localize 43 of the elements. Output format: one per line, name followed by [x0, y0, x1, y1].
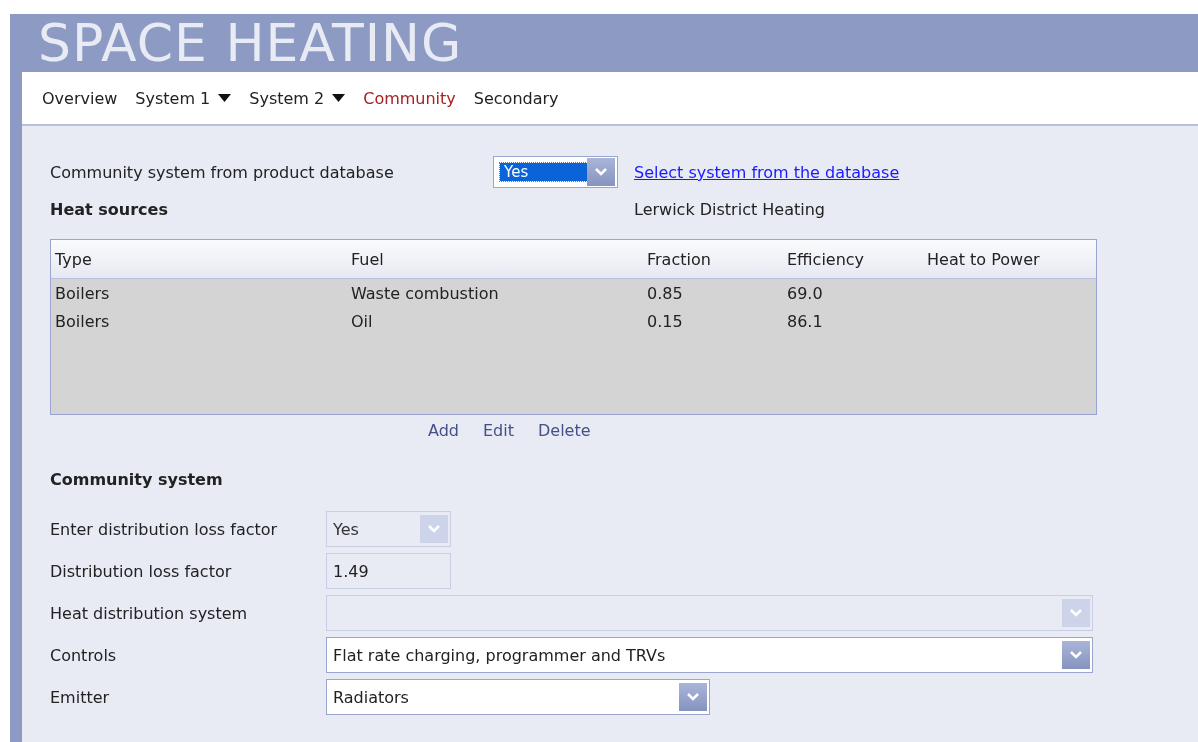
system-name: Lerwick District Heating [634, 200, 825, 219]
nav-tab[interactable]: System 2 [249, 88, 346, 108]
table-action-link[interactable]: Add [428, 421, 459, 440]
section-heading: Community system [50, 470, 223, 489]
table-cell-text: 0.15 [646, 311, 684, 331]
dropdown-field[interactable]: Flat rate charging, programmer and TRVs [326, 637, 1093, 673]
field-label: Controls [50, 645, 118, 665]
nav-tab[interactable]: Overview [42, 88, 118, 108]
table-cell-text: Waste combustion [350, 283, 500, 303]
dropdown-button[interactable] [1062, 641, 1090, 669]
field-label: Community system from product database [50, 162, 395, 182]
chevron-down-icon [427, 524, 441, 534]
dropdown-button[interactable] [587, 158, 615, 186]
table-cell-text: Boilers [54, 283, 111, 303]
table-cell-text: 0.85 [646, 283, 684, 303]
field-label: Enter distribution loss factor [50, 519, 279, 539]
dropdown-button[interactable] [679, 683, 707, 711]
chevron-down-icon [686, 692, 700, 702]
section-heading: Heat sources [50, 200, 169, 219]
nav-tab[interactable]: System 1 [135, 88, 232, 108]
chevron-down-icon [1069, 650, 1083, 660]
field-label: Emitter [50, 687, 111, 707]
column-header: Efficiency [786, 249, 866, 269]
field-label: Heat distribution system [50, 603, 249, 623]
dropdown-field[interactable]: Radiators [326, 679, 710, 715]
field-label: Distribution loss factor [50, 561, 233, 581]
table-cell-text: 86.1 [786, 311, 824, 331]
column-header: Fuel [350, 249, 385, 269]
table-cell-text: 69.0 [786, 283, 824, 303]
nav-tab[interactable]: Secondary [473, 88, 559, 108]
column-header: Type [54, 249, 93, 269]
column-header: Heat to Power [926, 249, 1041, 269]
nav-tab[interactable]: Community [363, 88, 456, 108]
table-cell-text: Oil [350, 311, 374, 331]
database-select[interactable]: Yes [493, 156, 618, 188]
page-title: SPACE HEATING [38, 14, 463, 72]
column-header: Fraction [646, 249, 712, 269]
table-action-link[interactable]: Edit [483, 421, 514, 440]
table-cell-text: Boilers [54, 311, 111, 331]
select-system-link[interactable]: Select system from the database [634, 162, 900, 182]
chevron-down-icon [1069, 608, 1083, 618]
table-action-link[interactable]: Delete [537, 421, 591, 440]
chevron-down-icon [594, 167, 609, 177]
